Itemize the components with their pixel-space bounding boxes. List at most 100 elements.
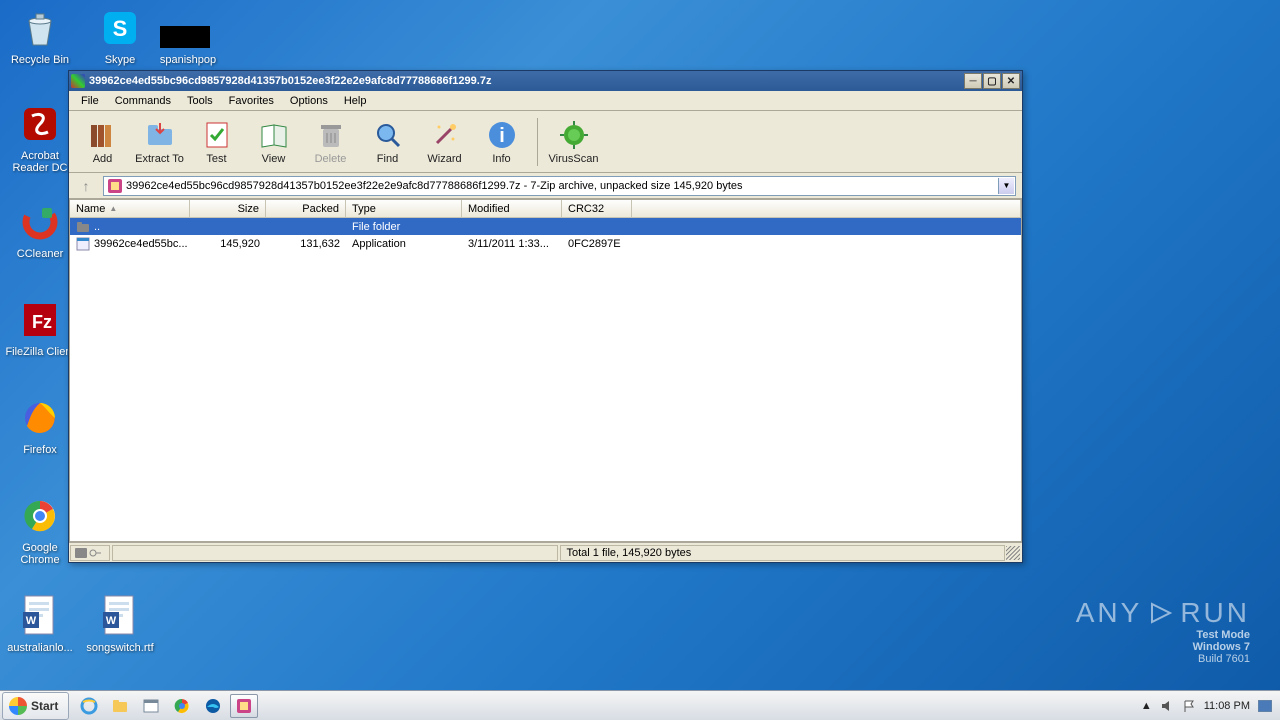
skype-icon: S <box>96 4 144 52</box>
tool-extract[interactable]: Extract To <box>132 114 187 170</box>
menu-tools[interactable]: Tools <box>179 93 221 109</box>
desktop-icon-recycle-bin[interactable]: Recycle Bin <box>4 4 76 66</box>
task-ie[interactable] <box>75 694 103 718</box>
desktop-icon-label: spanishpop <box>160 54 216 66</box>
task-chrome[interactable] <box>168 694 196 718</box>
table-row-up[interactable]: .. File folder <box>70 218 1021 235</box>
acrobat-icon <box>16 100 64 148</box>
col-label: Name <box>76 203 105 215</box>
play-icon <box>1148 600 1174 626</box>
desktop-icon-label: australianlo... <box>7 642 72 654</box>
desktop-icon-spanishpop[interactable]: spanishpop <box>152 44 224 66</box>
minimize-button[interactable]: ─ <box>964 73 982 89</box>
folder-arrow-icon <box>144 119 176 151</box>
desktop-icon-label: Acrobat Reader DC <box>4 150 76 174</box>
menu-favorites[interactable]: Favorites <box>221 93 282 109</box>
desktop-icon-ccleaner[interactable]: CCleaner <box>4 198 76 260</box>
desktop-icon-skype[interactable]: S Skype <box>84 4 156 66</box>
magnifier-icon <box>372 119 404 151</box>
sort-asc-icon: ▲ <box>109 204 117 213</box>
col-crc32[interactable]: CRC32 <box>562 200 632 217</box>
chrome-icon <box>173 697 191 715</box>
svg-text:W: W <box>106 615 117 627</box>
desktop-icon-label: Skype <box>105 54 136 66</box>
desktop-icon-firefox[interactable]: Firefox <box>4 394 76 456</box>
tool-label: View <box>262 153 286 165</box>
archive-icon <box>108 179 122 193</box>
show-desktop-button[interactable] <box>1258 700 1272 712</box>
menu-help[interactable]: Help <box>336 93 375 109</box>
col-packed[interactable]: Packed <box>266 200 346 217</box>
address-field[interactable]: 39962ce4ed55bc96cd9857928d41357b0152ee3f… <box>103 176 1016 196</box>
cell-type: Application <box>346 238 462 250</box>
col-spacer <box>632 200 1021 217</box>
col-name[interactable]: Name ▲ <box>70 200 190 217</box>
col-modified[interactable]: Modified <box>462 200 562 217</box>
desktop-icon-doc1[interactable]: W australianlo... <box>4 592 76 654</box>
menubar: File Commands Tools Favorites Options He… <box>69 91 1022 111</box>
word-doc-icon: W <box>16 592 64 640</box>
filezilla-icon: Fz <box>16 296 64 344</box>
desktop-icon-label: Google Chrome <box>4 542 76 566</box>
tool-find[interactable]: Find <box>360 114 415 170</box>
svg-text:S: S <box>113 16 128 41</box>
watermark-brand2: RUN <box>1180 597 1250 629</box>
maximize-button[interactable]: ▢ <box>983 73 1001 89</box>
menu-commands[interactable]: Commands <box>107 93 179 109</box>
tool-wizard[interactable]: Wizard <box>417 114 472 170</box>
toolbar: Add Extract To Test View Delete Find Wiz… <box>69 111 1022 173</box>
toolbar-separator <box>537 118 538 166</box>
menu-options[interactable]: Options <box>282 93 336 109</box>
clock[interactable]: 11:08 PM <box>1204 700 1250 712</box>
tray-expand-icon[interactable]: ▲ <box>1141 700 1152 712</box>
folder-icon <box>111 697 129 715</box>
desktop-icon-filezilla[interactable]: Fz FileZilla Client <box>4 296 76 358</box>
tool-label: Test <box>206 153 226 165</box>
file-list: Name ▲ Size Packed Type Modified CRC32 ..… <box>69 199 1022 542</box>
watermark-brand: ANY <box>1076 597 1143 629</box>
up-button[interactable]: ↑ <box>75 176 97 196</box>
task-edge[interactable] <box>199 694 227 718</box>
task-app1[interactable] <box>137 694 165 718</box>
cell-crc: 0FC2897E <box>562 238 632 250</box>
edge-icon <box>204 697 222 715</box>
address-dropdown[interactable]: ▼ <box>998 178 1014 194</box>
table-row[interactable]: 39962ce4ed55bc... 145,920 131,632 Applic… <box>70 235 1021 252</box>
desktop[interactable]: Recycle Bin S Skype spanishpop Acrobat R… <box>0 0 1280 720</box>
close-button[interactable]: ✕ <box>1002 73 1020 89</box>
cell-text: 39962ce4ed55bc... <box>94 238 188 250</box>
tool-add[interactable]: Add <box>75 114 130 170</box>
recycle-bin-icon <box>16 4 64 52</box>
desktop-icon-label: Firefox <box>23 444 57 456</box>
titlebar[interactable]: 39962ce4ed55bc96cd9857928d41357b0152ee3f… <box>69 71 1022 91</box>
tool-label: Extract To <box>135 153 184 165</box>
col-type[interactable]: Type <box>346 200 462 217</box>
tool-label: Add <box>93 153 113 165</box>
menu-file[interactable]: File <box>73 93 107 109</box>
task-explorer[interactable] <box>106 694 134 718</box>
watermark-line3: Build 7601 <box>1076 653 1250 665</box>
start-button[interactable]: Start <box>2 692 69 720</box>
task-winrar[interactable] <box>230 694 258 718</box>
file-rows[interactable]: .. File folder 39962ce4ed55bc... 145,920… <box>70 218 1021 541</box>
col-size[interactable]: Size <box>190 200 266 217</box>
svg-text:i: i <box>499 125 505 147</box>
tool-view[interactable]: View <box>246 114 301 170</box>
desktop-icon-label: CCleaner <box>17 248 63 260</box>
tool-delete[interactable]: Delete <box>303 114 358 170</box>
desktop-icon-doc2[interactable]: W songswitch.rtf <box>84 592 156 654</box>
volume-icon[interactable] <box>1160 699 1174 713</box>
resize-grip[interactable] <box>1006 546 1020 560</box>
desktop-icon-acrobat[interactable]: Acrobat Reader DC <box>4 100 76 174</box>
windows-logo-icon <box>9 697 27 715</box>
tool-virusscan[interactable]: VirusScan <box>546 114 601 170</box>
status-icons[interactable] <box>70 545 110 561</box>
tool-info[interactable]: iInfo <box>474 114 529 170</box>
flag-icon[interactable] <box>1182 699 1196 713</box>
window-title: 39962ce4ed55bc96cd9857928d41357b0152ee3f… <box>89 75 964 87</box>
statusbar: Total 1 file, 145,920 bytes <box>69 542 1022 562</box>
winrar-task-icon <box>235 697 253 715</box>
desktop-icon-chrome[interactable]: Google Chrome <box>4 492 76 566</box>
tool-test[interactable]: Test <box>189 114 244 170</box>
trash-icon <box>315 119 347 151</box>
